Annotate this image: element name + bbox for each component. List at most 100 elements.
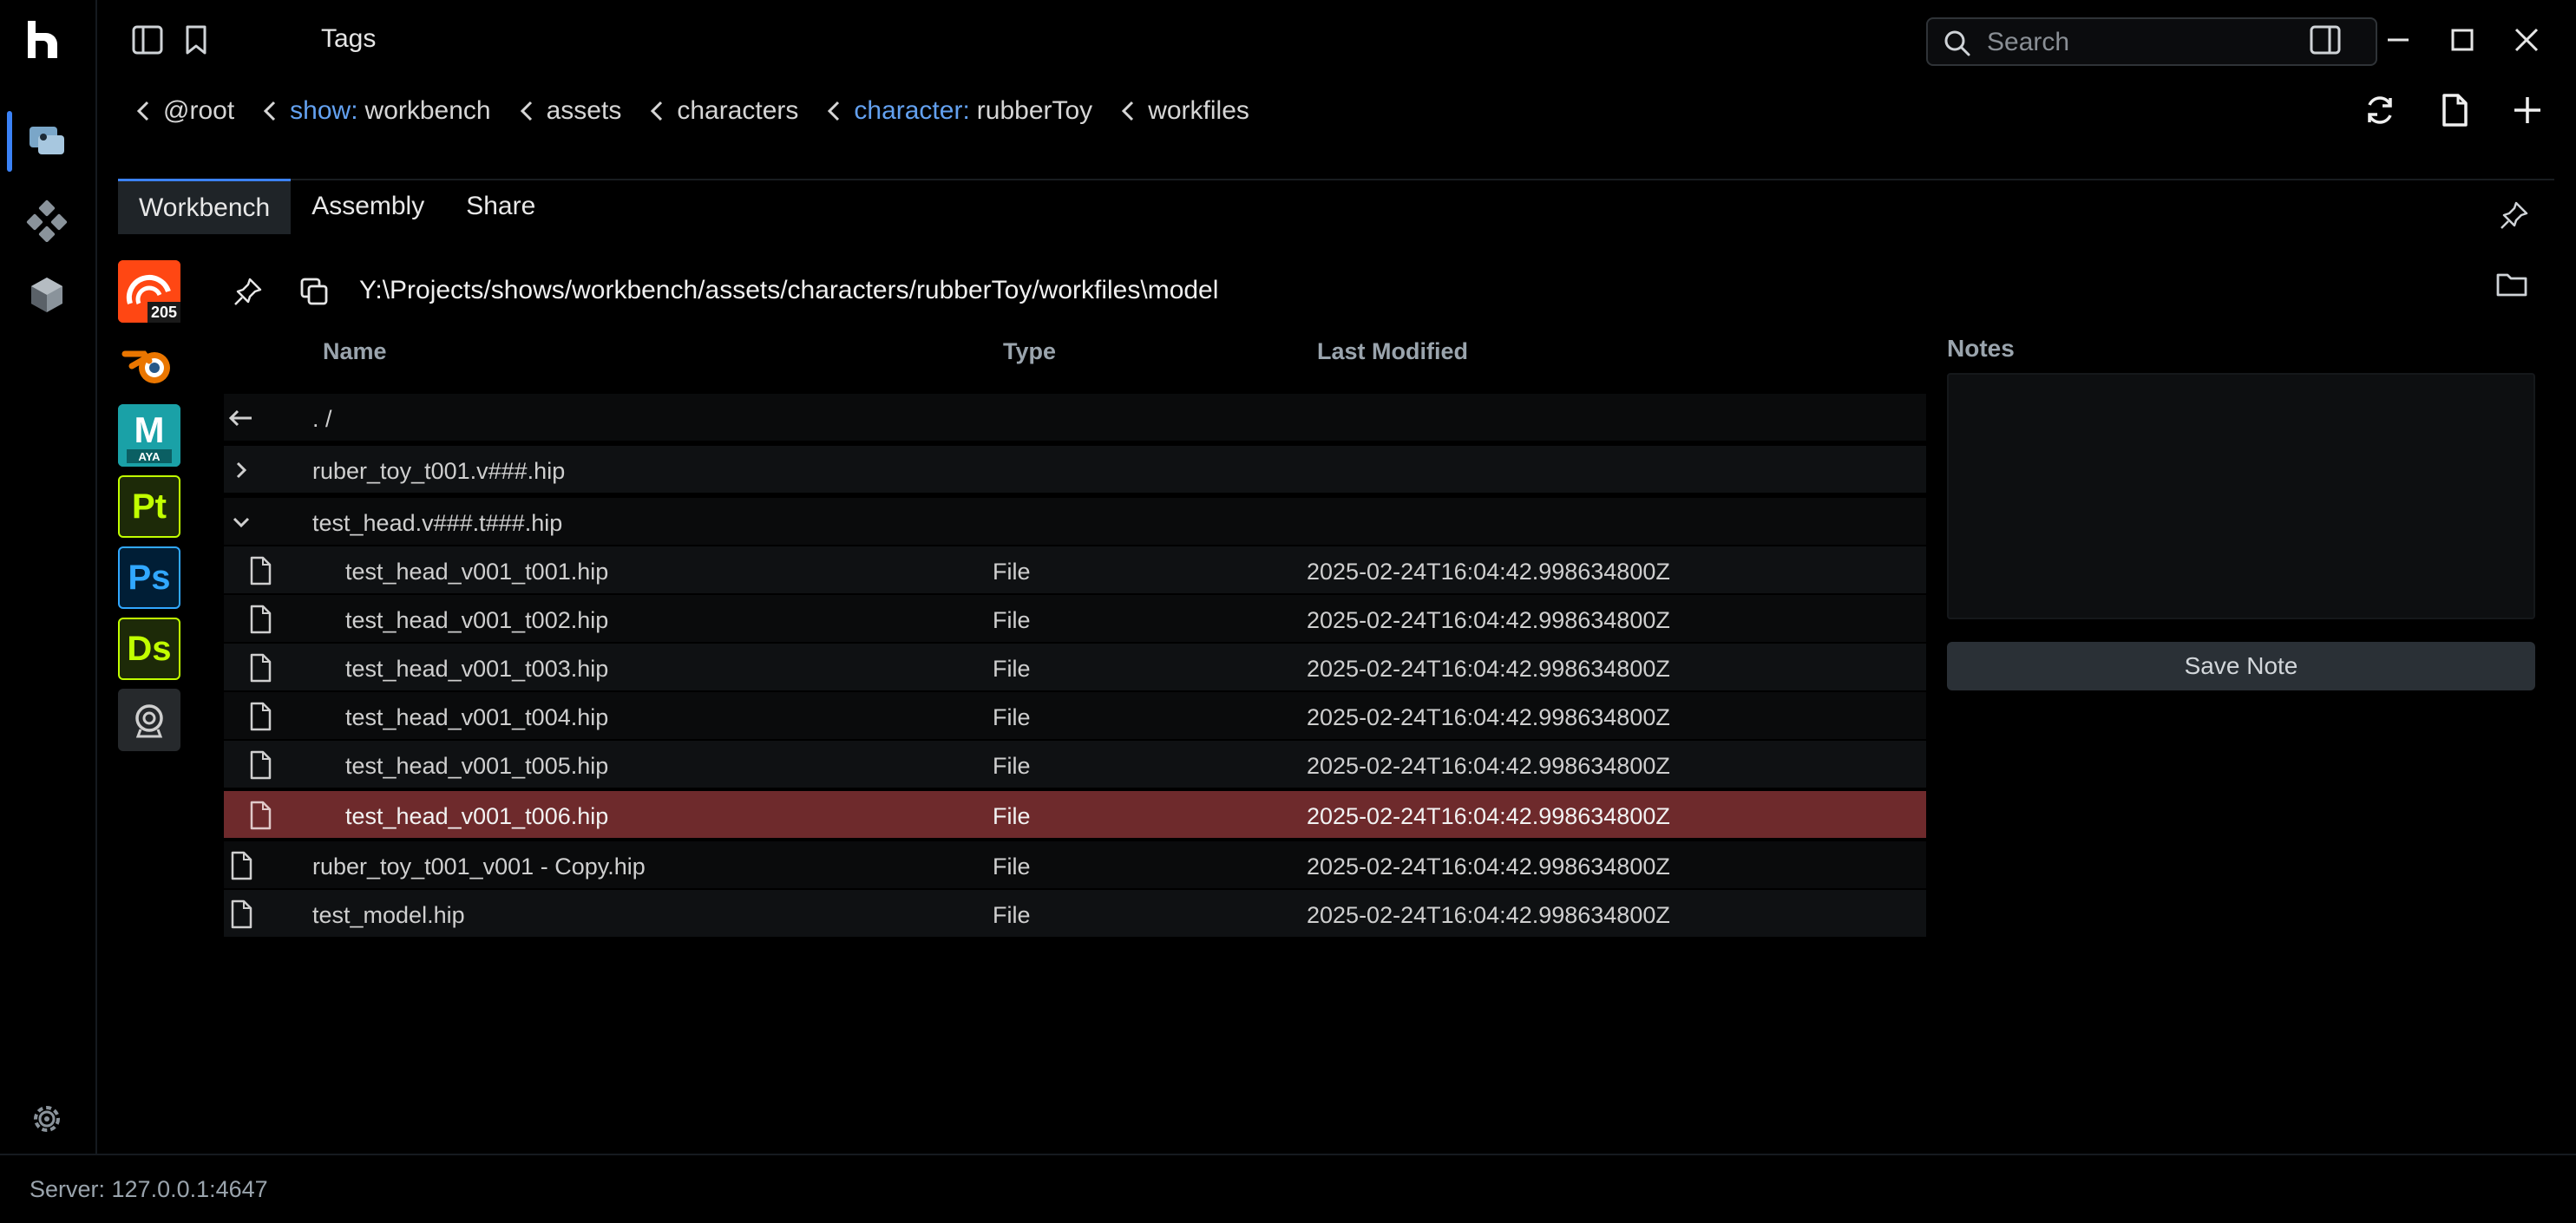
maximize-icon[interactable] <box>2443 21 2481 59</box>
tags-label[interactable]: Tags <box>321 24 376 54</box>
file-icon <box>245 749 276 781</box>
arrow-left-icon[interactable] <box>226 402 257 434</box>
row-name: test_head_v001_t006.hip <box>345 803 609 829</box>
status-bar: Server: 127.0.0.1:4647 <box>0 1154 2576 1223</box>
row-name: . / <box>312 406 332 432</box>
close-icon[interactable] <box>2507 21 2546 59</box>
current-path[interactable]: Y:\Projects/shows/workbench/assets/chara… <box>359 276 1218 305</box>
table-row[interactable]: test_head_v001_t003.hip File 2025-02-24T… <box>224 644 1926 692</box>
breadcrumb-show[interactable]: show: workbench <box>257 95 491 127</box>
save-note-button[interactable]: Save Note <box>1947 642 2535 690</box>
breadcrumb-label: assets <box>546 96 622 125</box>
column-header-modified[interactable]: Last Modified <box>1317 338 1468 365</box>
minimize-icon[interactable] <box>2379 21 2417 59</box>
chevron-left-icon <box>136 101 149 121</box>
maya-icon[interactable]: M AYA <box>118 404 180 467</box>
table-row[interactable]: test_head_v001_t002.hip File 2025-02-24T… <box>224 595 1926 644</box>
right-panel-toggle-icon[interactable] <box>2306 21 2344 59</box>
table-row[interactable]: test_model.hip File 2025-02-24T16:04:42.… <box>224 890 1926 939</box>
row-name: test_head_v001_t005.hip <box>345 753 609 779</box>
copy-path-icon[interactable] <box>297 274 331 309</box>
row-type: File <box>993 753 1031 779</box>
row-name: ruber_toy_t001_v001 - Copy.hip <box>312 853 646 880</box>
breadcrumb-label: workbench <box>364 96 491 125</box>
row-name: test_head_v001_t003.hip <box>345 656 609 682</box>
table-row[interactable]: test_head_v001_t004.hip File 2025-02-24T… <box>224 692 1926 741</box>
search-icon <box>1940 26 1975 61</box>
row-modified: 2025-02-24T16:04:42.998634800Z <box>1307 656 1670 682</box>
app-logo-icon <box>23 17 66 61</box>
row-modified: 2025-02-24T16:04:42.998634800Z <box>1307 853 1670 880</box>
chevron-down-icon[interactable] <box>226 507 257 538</box>
column-header-name[interactable]: Name <box>323 338 387 365</box>
table-row[interactable]: ruber_toy_t001_v001 - Copy.hip File 2025… <box>224 841 1926 890</box>
app-window: Tags Search @root show: workbench assets… <box>0 0 2576 1223</box>
column-header-type[interactable]: Type <box>1003 338 1056 365</box>
rail-package-icon[interactable] <box>23 271 71 319</box>
breadcrumb-workfiles[interactable]: workfiles <box>1115 95 1249 127</box>
substance-designer-icon[interactable]: Ds <box>118 618 180 680</box>
add-icon[interactable] <box>2506 88 2549 132</box>
custom-app-icon[interactable] <box>118 689 180 751</box>
breadcrumb-label: characters <box>677 96 799 125</box>
chevron-left-icon <box>520 101 532 121</box>
table-row-group[interactable]: test_head.v###.t###.hip <box>224 498 1926 546</box>
chevron-left-icon <box>264 101 276 121</box>
houdini-version-label: 205 <box>151 304 177 321</box>
breadcrumb-root[interactable]: @root <box>130 95 234 127</box>
bookmark-icon[interactable] <box>177 21 215 59</box>
photoshop-label: Ps <box>128 558 171 597</box>
row-type: File <box>993 704 1031 730</box>
file-icon <box>226 899 257 930</box>
rail-workbench-icon[interactable] <box>23 116 71 165</box>
blender-icon[interactable] <box>118 333 180 396</box>
pin-path-icon[interactable] <box>231 274 265 309</box>
row-modified: 2025-02-24T16:04:42.998634800Z <box>1307 902 1670 928</box>
chevron-right-icon[interactable] <box>226 455 257 486</box>
settings-gear-icon[interactable] <box>28 1100 66 1138</box>
row-type: File <box>993 853 1031 880</box>
notes-textarea[interactable] <box>1947 373 2535 619</box>
breadcrumb-characters[interactable]: characters <box>644 95 798 127</box>
row-name: test_head_v001_t004.hip <box>345 704 609 730</box>
breadcrumb-assets[interactable]: assets <box>514 95 622 127</box>
row-name: test_head_v001_t002.hip <box>345 607 609 633</box>
maya-label: M <box>134 409 165 450</box>
breadcrumb-label: @root <box>163 96 235 125</box>
maya-sublabel: AYA <box>138 450 161 463</box>
chevron-left-icon <box>651 101 663 121</box>
file-icon <box>226 850 257 881</box>
open-folder-icon[interactable] <box>2494 267 2530 302</box>
row-modified: 2025-02-24T16:04:42.998634800Z <box>1307 753 1670 779</box>
pin-panel-icon[interactable] <box>2497 198 2532 232</box>
row-modified: 2025-02-24T16:04:42.998634800Z <box>1307 607 1670 633</box>
photoshop-icon[interactable]: Ps <box>118 546 180 609</box>
table-row[interactable]: test_head_v001_t005.hip File 2025-02-24T… <box>224 741 1926 789</box>
tab-share[interactable]: Share <box>445 179 556 234</box>
table-row[interactable]: test_head_v001_t001.hip File 2025-02-24T… <box>224 546 1926 595</box>
file-icon <box>245 800 276 831</box>
houdini-icon[interactable]: 205 <box>118 260 180 323</box>
breadcrumb-character[interactable]: character: rubberToy <box>821 95 1092 127</box>
tab-workbench[interactable]: Workbench <box>118 179 292 234</box>
chevron-left-icon <box>828 101 840 121</box>
search-input[interactable] <box>1987 26 2351 59</box>
refresh-icon[interactable] <box>2358 88 2402 132</box>
tab-assembly[interactable]: Assembly <box>291 179 445 234</box>
row-name: ruber_toy_t001.v###.hip <box>312 458 566 484</box>
row-name: test_head_v001_t001.hip <box>345 559 609 585</box>
breadcrumb-label: workfiles <box>1148 96 1249 125</box>
row-type: File <box>993 656 1031 682</box>
substance-painter-icon[interactable]: Pt <box>118 475 180 538</box>
table-row-group[interactable]: ruber_toy_t001.v###.hip <box>224 446 1926 494</box>
file-icon <box>245 555 276 586</box>
breadcrumb-label: rubberToy <box>976 96 1093 125</box>
row-type: File <box>993 803 1031 829</box>
row-name: test_head.v###.t###.hip <box>312 510 563 536</box>
new-file-icon[interactable] <box>2433 88 2476 132</box>
rail-graph-icon[interactable] <box>23 196 71 245</box>
table-row-parent-dir[interactable]: . / <box>224 394 1926 442</box>
table-row-selected[interactable]: test_head_v001_t006.hip File 2025-02-24T… <box>224 791 1926 840</box>
file-icon <box>245 652 276 683</box>
sidebar-toggle-icon[interactable] <box>128 21 167 59</box>
